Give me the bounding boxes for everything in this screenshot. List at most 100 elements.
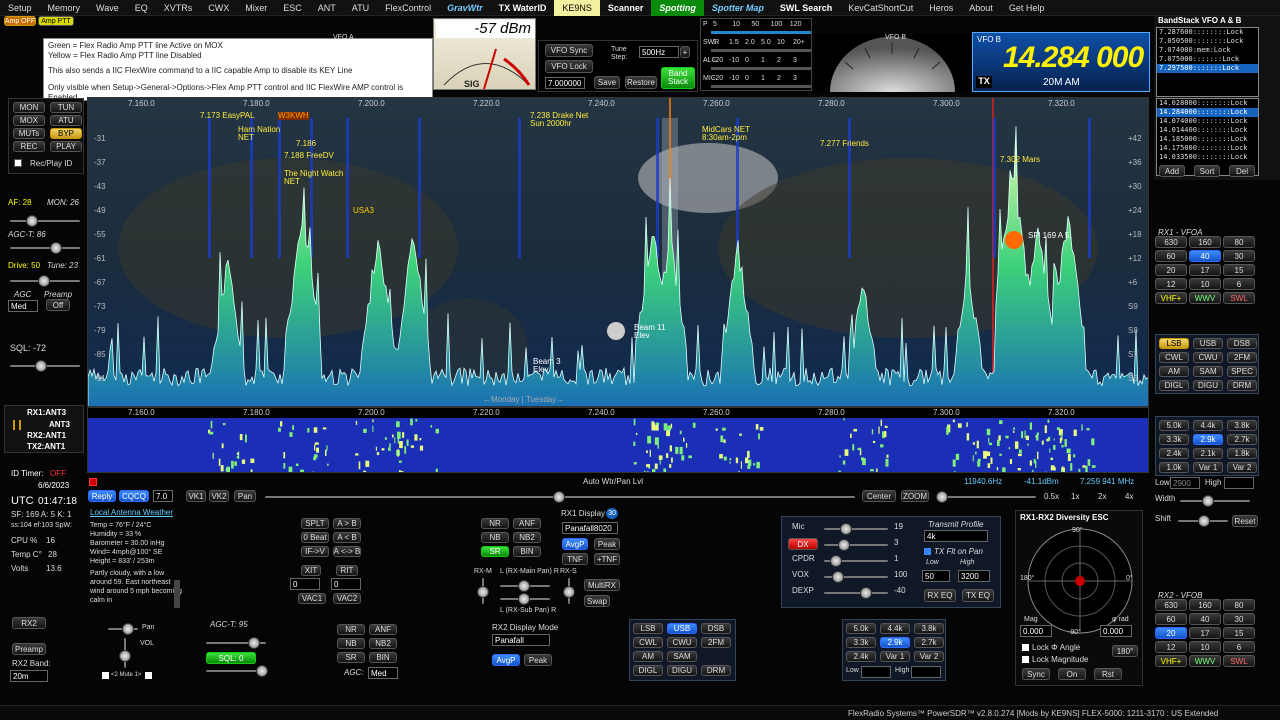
rx1-band-15[interactable]: 15 [1223,264,1255,276]
rx1-band-6[interactable]: 6 [1223,278,1255,290]
plus-tnf-button[interactable]: +TNF [594,553,620,565]
rx2-bin-button[interactable]: BIN [369,652,397,663]
zoom-button[interactable]: ZOOM [901,490,929,502]
rx2-mode-digl[interactable]: DIGL [633,665,663,676]
mon-button[interactable]: MON [13,102,45,113]
rx2-band-wwv[interactable]: WWV [1189,655,1221,667]
vac1-button[interactable]: VAC1 [298,593,326,604]
split-ax-button[interactable]: A <-> B [333,546,361,557]
rx1-band-630[interactable]: 630 [1155,236,1187,248]
rx2-filter-27k[interactable]: 2.7k [914,637,944,648]
rx1-sr-button[interactable]: SR [481,546,509,557]
spot-label[interactable]: The Night Watch NET [284,170,344,186]
menu-flexcontrol[interactable]: FlexControl [377,0,439,16]
cw-speed-field[interactable]: 7.0 [153,490,173,502]
rx2-filter-38k[interactable]: 3.8k [914,623,944,634]
rx1-nb-button[interactable]: NB [481,532,509,543]
pan-button[interactable]: Pan [234,490,256,502]
rx1-mode-cwu[interactable]: CWU [1193,352,1223,363]
rx1-avg-button[interactable]: AvgP [562,538,588,550]
split-ifb-button[interactable]: IF->V [301,546,329,557]
menu-mixer[interactable]: Mixer [237,0,275,16]
rx1-filter-50k[interactable]: 5.0k [1159,420,1189,431]
tx-low-field[interactable]: 50 [922,570,950,582]
preamp-button[interactable]: Off [46,299,70,311]
slider-knob[interactable] [830,555,842,567]
agct-slider[interactable] [10,242,80,254]
rit-button[interactable]: RIT [336,565,358,576]
mic-slider[interactable] [824,523,888,535]
muts-button[interactable]: MUTs [13,128,45,139]
rit-field[interactable]: 0 [331,578,361,590]
vfob-dial[interactable]: VFO B [815,34,970,92]
rx2-band-20[interactable]: 20 [1155,627,1187,639]
antenna-panel[interactable]: RX1:ANT3 ANT3 RX2:ANT1 TX2:ANT1 [4,405,84,453]
rx2-filter-44k[interactable]: 4.4k [880,623,910,634]
menu-esc[interactable]: ESC [275,0,310,16]
rx2-agct-slider[interactable] [206,637,266,649]
width-slider[interactable] [1180,495,1250,507]
rx1-nb2-button[interactable]: NB2 [513,532,541,543]
rx1-filter-10k[interactable]: 1.0k [1159,462,1189,473]
zoom-3-option[interactable]: 4x [1125,492,1133,501]
mox-button[interactable]: MOX [13,115,45,126]
cqcq-button[interactable]: CQCQ [119,490,149,502]
rx1-band-20[interactable]: 20 [1155,264,1187,276]
band-stack-button[interactable]: Band Stack [661,67,695,89]
rx1-mode-am[interactable]: AM [1159,366,1189,377]
pan-slider[interactable] [265,491,855,503]
rx-sub-pan-slider[interactable] [500,593,550,605]
rx2-mode-cwl[interactable]: CWL [633,637,663,648]
rx2-band-160[interactable]: 160 [1189,599,1221,611]
rx2-mute2-checkbox[interactable] [102,672,109,679]
multirx-button[interactable]: MultiRX [584,579,620,591]
menu-memory[interactable]: Memory [40,0,89,16]
div-180-button[interactable]: 180° [1112,645,1138,657]
tx-flt-checkbox[interactable] [924,548,931,555]
spot-label[interactable]: 7.302 Mars [1000,156,1060,164]
cpdr-slider[interactable] [824,555,888,567]
rx1-mode-cwl[interactable]: CWL [1159,352,1189,363]
rx1-band-17[interactable]: 17 [1189,264,1221,276]
panadapter[interactable]: 7.173 EasyPAL Ham Nation NET W3KWH 7.186 7.1… [87,97,1149,407]
zoom-0-option[interactable]: 0.5x [1044,492,1059,501]
rx2-sr-button[interactable]: SR [337,652,365,663]
weather-title[interactable]: Local Antenna Weather [90,508,173,517]
bandstack-del-button[interactable]: Del [1229,165,1255,177]
menu-tx-waterid[interactable]: TX WaterID [491,0,555,16]
rx1-band-30[interactable]: 30 [1223,250,1255,262]
rx1-band-swl[interactable]: SWL [1223,292,1255,304]
vac2-button[interactable]: VAC2 [333,593,361,604]
rx1-anf-button[interactable]: ANF [513,518,541,529]
menu-about[interactable]: About [961,0,1001,16]
vk1-button[interactable]: VK1 [186,490,206,502]
rx2-filter-var2[interactable]: Var 2 [914,651,944,662]
rx2-mode-2fm[interactable]: 2FM [701,637,731,648]
menu-get-help[interactable]: Get Help [1001,0,1053,16]
div-sync-button[interactable]: Sync [1022,668,1050,680]
tx-high-field[interactable]: 3200 [958,570,990,582]
rx2-mode-lsb[interactable]: LSB [633,623,663,634]
rx1-filter-33k[interactable]: 3.3k [1159,434,1189,445]
spot-label[interactable]: W3KWH [278,112,309,120]
div-rad-field[interactable]: 0.000 [1100,625,1132,637]
rx1-band-80[interactable]: 80 [1223,236,1255,248]
bandstack-a-row[interactable]: 7.075000:::::::Lock [1157,55,1258,64]
vk2-button[interactable]: VK2 [209,490,229,502]
rx1-mode-digu[interactable]: DIGU [1193,380,1223,391]
slider-knob[interactable] [832,571,844,583]
zoom-2-option[interactable]: 2x [1098,492,1106,501]
amp-ptt-button[interactable]: Amp PTT [38,16,74,26]
agc-select[interactable]: Med [8,300,38,312]
drive-slider[interactable] [10,275,80,287]
rx1-mode-digl[interactable]: DIGL [1159,380,1189,391]
split-splt-button[interactable]: SPLT [301,518,329,529]
zoom-1-option[interactable]: 1x [1071,492,1079,501]
rx1-filter-var2[interactable]: Var 2 [1227,462,1257,473]
rx1-filter-38k[interactable]: 3.8k [1227,420,1257,431]
rx2-mode-dsb[interactable]: DSB [701,623,731,634]
rx2-mode-am[interactable]: AM [633,651,663,662]
rx2-band-15[interactable]: 15 [1223,627,1255,639]
rx1-nr-button[interactable]: NR [481,518,509,529]
rx1-band-10[interactable]: 10 [1189,278,1221,290]
